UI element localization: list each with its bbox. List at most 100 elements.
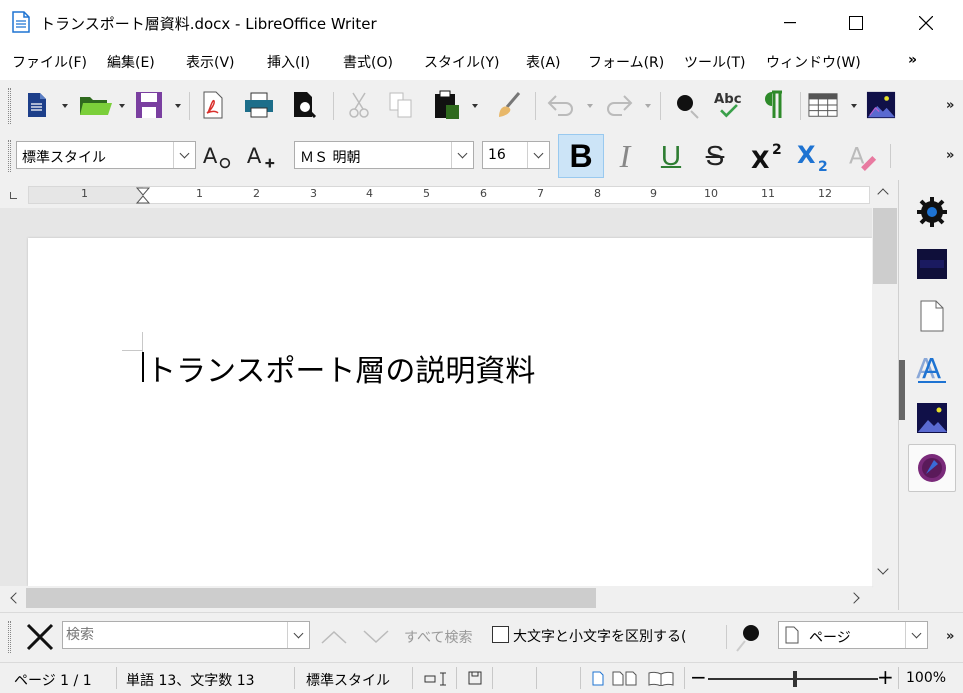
menu-file[interactable]: ファイル(F) bbox=[12, 52, 87, 72]
tab-stop-selector[interactable] bbox=[10, 192, 17, 199]
menu-overflow[interactable]: » bbox=[908, 52, 917, 68]
indent-marker-icon[interactable] bbox=[135, 187, 151, 204]
redo-button[interactable] bbox=[604, 90, 634, 120]
scroll-up-icon[interactable] bbox=[877, 188, 889, 200]
print-preview-button[interactable] bbox=[290, 90, 320, 120]
multi-page-view-icon[interactable] bbox=[612, 671, 638, 686]
find-input-combo[interactable] bbox=[62, 621, 310, 649]
font-size-combo[interactable]: 16 bbox=[482, 141, 550, 169]
book-view-icon[interactable] bbox=[648, 671, 674, 686]
insert-mode-icon[interactable] bbox=[424, 672, 448, 686]
save-dropdown-arrow[interactable] bbox=[175, 104, 181, 108]
menu-edit[interactable]: 編集(E) bbox=[107, 52, 155, 72]
menu-styles[interactable]: スタイル(Y) bbox=[424, 52, 499, 72]
italic-button[interactable]: I bbox=[610, 138, 640, 174]
paste-dropdown-arrow[interactable] bbox=[472, 104, 478, 108]
toolbar-grip[interactable] bbox=[8, 621, 11, 653]
menu-form[interactable]: フォーム(R) bbox=[588, 52, 664, 72]
vertical-scrollbar[interactable] bbox=[872, 180, 898, 586]
new-document-button[interactable] bbox=[22, 90, 52, 120]
insert-table-button[interactable] bbox=[808, 90, 838, 120]
page-icon[interactable] bbox=[916, 300, 948, 332]
zoom-out-icon[interactable]: − bbox=[690, 665, 707, 689]
menu-format[interactable]: 書式(O) bbox=[343, 52, 393, 72]
new-style-button[interactable]: A bbox=[246, 141, 276, 171]
formatting-marks-button[interactable] bbox=[758, 90, 788, 120]
bold-button[interactable]: B bbox=[558, 134, 604, 178]
zoom-level[interactable]: 100% bbox=[906, 670, 946, 686]
spelling-button[interactable]: Abc bbox=[714, 90, 744, 120]
save-button[interactable] bbox=[134, 90, 164, 120]
undo-dropdown-arrow[interactable] bbox=[587, 104, 593, 108]
undo-button[interactable] bbox=[546, 90, 576, 120]
find-previous-icon[interactable] bbox=[320, 629, 348, 645]
table-dropdown-arrow[interactable] bbox=[851, 104, 857, 108]
sidebar-collapse-handle[interactable] bbox=[899, 360, 905, 420]
navigate-by-dropdown[interactable] bbox=[905, 622, 927, 648]
page-style[interactable]: 標準スタイル bbox=[306, 670, 390, 690]
subscript-button[interactable]: X2 bbox=[796, 141, 832, 173]
superscript-button[interactable]: X2 bbox=[750, 141, 786, 172]
menu-view[interactable]: 表示(V) bbox=[186, 52, 235, 72]
standard-toolbar-overflow[interactable]: » bbox=[946, 98, 954, 113]
copy-button[interactable] bbox=[386, 90, 416, 120]
close-find-bar-icon[interactable] bbox=[26, 623, 54, 651]
new-dropdown-arrow[interactable] bbox=[62, 104, 68, 108]
find-next-icon[interactable] bbox=[362, 629, 390, 645]
find-input[interactable] bbox=[66, 625, 282, 645]
document-saved-icon[interactable] bbox=[468, 671, 482, 685]
insert-image-button[interactable] bbox=[866, 90, 896, 120]
find-toolbar-overflow[interactable]: » bbox=[946, 629, 954, 644]
print-button[interactable] bbox=[244, 90, 274, 120]
open-button[interactable] bbox=[78, 90, 114, 120]
page-count[interactable]: ページ 1 / 1 bbox=[14, 670, 92, 690]
horizontal-scroll-thumb[interactable] bbox=[26, 588, 596, 608]
horizontal-scrollbar[interactable] bbox=[0, 586, 872, 610]
scroll-right-icon[interactable] bbox=[848, 592, 860, 604]
navigate-by-combo[interactable]: ページ bbox=[778, 621, 928, 649]
paste-button[interactable] bbox=[432, 90, 462, 120]
menu-tools[interactable]: ツール(T) bbox=[684, 52, 745, 72]
zoom-slider-thumb[interactable] bbox=[793, 671, 797, 687]
clone-formatting-button[interactable] bbox=[494, 90, 524, 120]
menu-insert[interactable]: 挿入(I) bbox=[267, 52, 310, 72]
font-size-dropdown[interactable] bbox=[527, 142, 549, 168]
redo-dropdown-arrow[interactable] bbox=[645, 104, 651, 108]
underline-button[interactable]: U bbox=[656, 140, 686, 171]
navigator-button[interactable] bbox=[908, 444, 956, 492]
properties-gear-icon[interactable] bbox=[916, 196, 948, 228]
find-all-button[interactable]: すべて検索 bbox=[404, 627, 472, 647]
cut-button[interactable] bbox=[344, 90, 374, 120]
document-heading[interactable]: トランスポート層の説明資料 bbox=[146, 346, 535, 390]
paragraph-style-dropdown[interactable] bbox=[173, 142, 195, 168]
ruler-bar[interactable]: 1 1 2 3 4 5 6 7 8 9 10 11 12 bbox=[28, 186, 870, 204]
close-button[interactable] bbox=[903, 0, 949, 46]
vertical-scroll-thumb[interactable] bbox=[873, 208, 897, 284]
toolbar-grip[interactable] bbox=[8, 88, 11, 124]
paragraph-style-combo[interactable]: 標準スタイル bbox=[16, 141, 196, 169]
update-style-button[interactable]: A bbox=[202, 141, 232, 171]
page-deck-icon[interactable] bbox=[916, 248, 948, 280]
match-case-checkbox[interactable] bbox=[492, 626, 509, 643]
single-page-view-icon[interactable] bbox=[592, 671, 604, 686]
menu-table[interactable]: 表(A) bbox=[526, 52, 561, 72]
scroll-left-icon[interactable] bbox=[10, 592, 22, 604]
menu-window[interactable]: ウィンドウ(W) bbox=[766, 52, 861, 72]
find-replace-icon[interactable] bbox=[733, 623, 769, 653]
find-history-dropdown[interactable] bbox=[287, 622, 309, 648]
gallery-icon[interactable] bbox=[916, 402, 948, 434]
minimize-button[interactable] bbox=[767, 0, 813, 46]
document-page[interactable]: トランスポート層の説明資料 bbox=[28, 238, 872, 586]
strikethrough-button[interactable]: S bbox=[700, 140, 730, 171]
zoom-in-icon[interactable]: + bbox=[877, 665, 894, 689]
find-replace-button[interactable] bbox=[672, 90, 702, 120]
clear-formatting-button[interactable]: A bbox=[848, 141, 878, 171]
formatting-toolbar-overflow[interactable]: » bbox=[946, 148, 954, 163]
font-name-combo[interactable]: ＭＳ 明朝 bbox=[294, 141, 474, 169]
font-name-dropdown[interactable] bbox=[451, 142, 473, 168]
maximize-button[interactable] bbox=[833, 0, 879, 46]
styles-icon[interactable]: AA bbox=[916, 352, 948, 384]
toolbar-grip[interactable] bbox=[8, 140, 11, 172]
export-pdf-button[interactable] bbox=[198, 90, 228, 120]
scroll-down-icon[interactable] bbox=[877, 563, 889, 575]
